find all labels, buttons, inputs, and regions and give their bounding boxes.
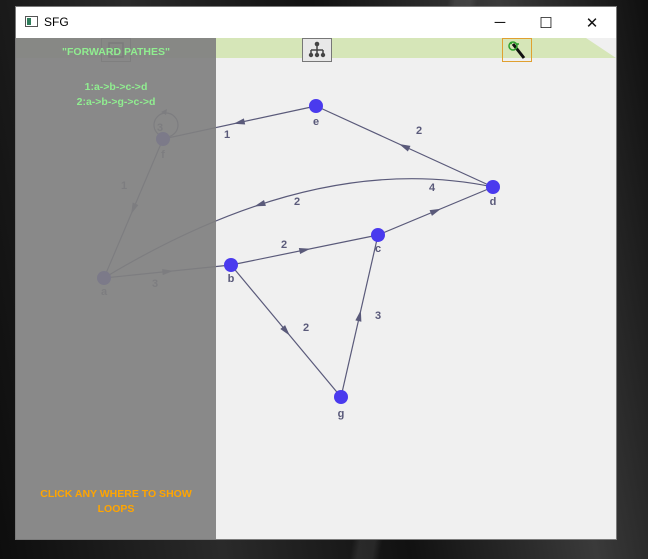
window-title: SFG [44, 15, 69, 29]
edge-arrow [429, 208, 442, 216]
edge-arrow [355, 310, 362, 322]
node-e[interactable] [309, 99, 323, 113]
show-loops-hint-line2: LOOPS [97, 503, 135, 515]
edge-gain-label: 3 [375, 310, 381, 322]
close-button[interactable]: ✕ [569, 7, 615, 38]
show-loops-hint[interactable]: CLICK ANY WHERE TO SHOW LOOPS [16, 487, 216, 517]
edge-arrow [399, 144, 411, 152]
node-label: e [313, 116, 319, 128]
forward-paths-panel[interactable]: "FORWARD PATHES" 1:a->b->c->d 2:a->b->g-… [16, 38, 216, 539]
show-loops-hint-line1: CLICK ANY WHERE TO SHOW [40, 488, 192, 500]
edge-gain-label: 4 [429, 182, 436, 194]
edge-arrow [233, 118, 246, 125]
node-d[interactable] [486, 180, 500, 194]
maximize-button[interactable]: ☐ [523, 7, 569, 38]
edge-arrow [298, 247, 311, 255]
node-label: c [375, 243, 381, 255]
app-window: SFG ─ ☐ ✕ 2 4 2 3 2 1 2 b c d e g "FORWA… [15, 6, 617, 540]
node-g[interactable] [334, 390, 348, 404]
node-b[interactable] [224, 258, 238, 272]
forward-path-1: 1:a->b->c->d [84, 81, 148, 93]
forward-paths-title: "FORWARD PATHES" [62, 46, 170, 58]
node-label: b [228, 273, 235, 285]
forward-path-2: 2:a->b->g->c->d [76, 96, 156, 108]
minimize-button[interactable]: ─ [477, 7, 523, 38]
title-bar[interactable]: SFG ─ ☐ ✕ [16, 7, 616, 38]
edge-arrow [254, 200, 266, 207]
node-c[interactable] [371, 228, 385, 242]
edge-gain-label: 2 [281, 239, 287, 251]
edge-gain-label: 2 [303, 322, 309, 334]
canvas-area[interactable]: 3242321123 abcdefg "FORWARD PATHES" 1:a-… [16, 38, 616, 539]
edge-gain-label: 2 [294, 196, 300, 208]
node-label: g [338, 408, 345, 420]
node-label: d [490, 196, 497, 208]
edge-gain-label: 1 [224, 129, 230, 141]
edge-gain-label: 2 [416, 125, 422, 137]
app-icon [25, 16, 38, 27]
